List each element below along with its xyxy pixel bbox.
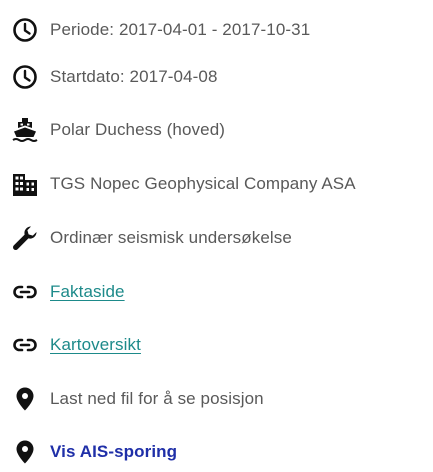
building-icon: [10, 169, 40, 199]
fact-page-link[interactable]: Faktaside: [50, 282, 125, 302]
ais-tracking-row[interactable]: Vis AIS-sporing: [10, 432, 177, 472]
ship-icon: [10, 115, 40, 145]
company-text: TGS Nopec Geophysical Company ASA: [50, 174, 356, 193]
map-overview-row[interactable]: Kartoversikt: [10, 325, 141, 365]
map-pin-icon: [10, 384, 40, 414]
position-note-text: Last ned fil for å se posisjon: [50, 389, 264, 408]
map-overview-link[interactable]: Kartoversikt: [50, 335, 141, 355]
period-text: Periode: 2017-04-01 - 2017-10-31: [50, 20, 311, 39]
company-row: TGS Nopec Geophysical Company ASA: [10, 164, 356, 204]
clock-icon: [10, 15, 40, 45]
map-pin-icon: [10, 437, 40, 467]
fact-page-row[interactable]: Faktaside: [10, 272, 125, 312]
vessel-row: Polar Duchess (hoved): [10, 110, 225, 150]
survey-type-row: Ordinær seismisk undersøkelse: [10, 218, 292, 258]
start-date-row: Startdato: 2017-04-08: [10, 57, 218, 97]
start-date-text: Startdato: 2017-04-08: [50, 67, 218, 86]
position-row: Last ned fil for å se posisjon: [10, 379, 264, 419]
vessel-text: Polar Duchess (hoved): [50, 120, 226, 139]
period-row: Periode: 2017-04-01 - 2017-10-31: [10, 10, 310, 50]
ais-tracking-link[interactable]: Vis AIS-sporing: [50, 442, 177, 462]
clock-icon: [10, 62, 40, 92]
link-icon: [10, 277, 40, 307]
link-icon: [10, 330, 40, 360]
survey-type-text: Ordinær seismisk undersøkelse: [50, 228, 292, 247]
wrench-icon: [10, 223, 40, 253]
